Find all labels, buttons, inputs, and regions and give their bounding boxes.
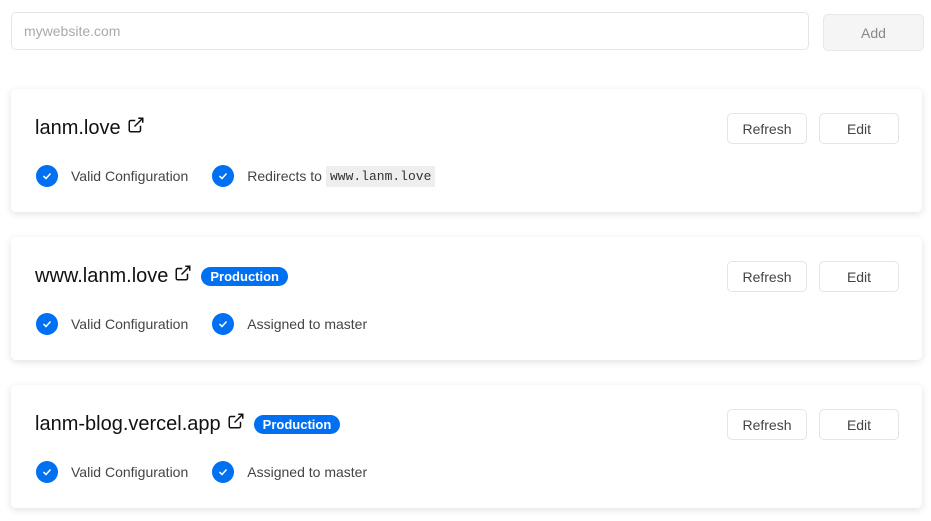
external-link-icon[interactable] bbox=[127, 116, 145, 140]
check-circle-icon bbox=[36, 313, 58, 335]
add-button[interactable]: Add bbox=[823, 14, 924, 51]
edit-button[interactable]: Edit bbox=[819, 261, 899, 292]
check-circle-icon bbox=[36, 165, 58, 187]
detail-text: Assigned to master bbox=[247, 316, 368, 332]
check-circle-icon bbox=[212, 165, 235, 187]
domain-name[interactable]: www.lanm.love bbox=[35, 265, 168, 288]
domain-title: lanm-blog.vercel.app Production bbox=[35, 412, 341, 436]
redirect-target: www.lanm.love bbox=[325, 165, 436, 187]
check-circle-icon bbox=[212, 461, 235, 483]
external-link-icon[interactable] bbox=[174, 264, 192, 288]
status-text: Valid Configuration bbox=[71, 168, 189, 184]
refresh-button[interactable]: Refresh bbox=[727, 113, 807, 144]
production-badge: Production bbox=[253, 414, 341, 434]
domain-name[interactable]: lanm.love bbox=[35, 117, 121, 140]
external-link-icon[interactable] bbox=[227, 412, 245, 436]
domain-title: lanm.love bbox=[35, 116, 145, 140]
domain-name[interactable]: lanm-blog.vercel.app bbox=[35, 413, 221, 436]
edit-button[interactable]: Edit bbox=[819, 113, 899, 144]
status-text: Valid Configuration bbox=[71, 316, 189, 332]
domain-card: www.lanm.love Production Refresh Edit Va… bbox=[11, 237, 922, 360]
edit-button[interactable]: Edit bbox=[819, 409, 899, 440]
domain-input[interactable] bbox=[11, 12, 809, 50]
detail-text: Redirects to bbox=[247, 168, 322, 184]
detail-text: Assigned to master bbox=[247, 464, 368, 480]
domain-card: lanm.love Refresh Edit Valid Configurati… bbox=[11, 89, 922, 212]
check-circle-icon bbox=[212, 313, 235, 335]
status-text: Valid Configuration bbox=[71, 464, 189, 480]
check-circle-icon bbox=[36, 461, 58, 483]
refresh-button[interactable]: Refresh bbox=[727, 261, 807, 292]
domain-card: lanm-blog.vercel.app Production Refresh … bbox=[11, 385, 922, 508]
production-badge: Production bbox=[201, 266, 288, 286]
refresh-button[interactable]: Refresh bbox=[727, 409, 807, 440]
domain-title: www.lanm.love Production bbox=[35, 264, 288, 288]
